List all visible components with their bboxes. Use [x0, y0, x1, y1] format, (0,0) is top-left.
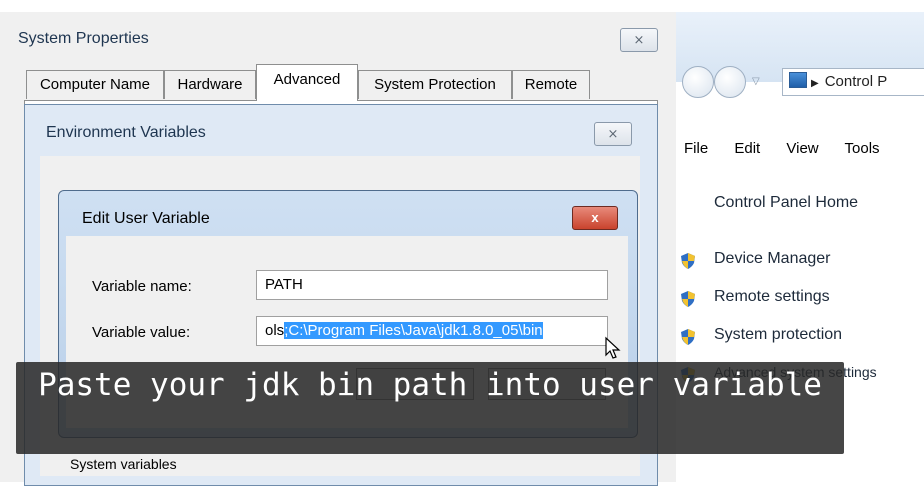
- address-bar[interactable]: ▶ Control P: [782, 68, 924, 96]
- back-button[interactable]: [682, 66, 714, 98]
- variable-value-selection: ;C:\Program Files\Java\jdk1.8.0_05\bin: [284, 322, 543, 339]
- variable-name-input[interactable]: PATH: [256, 270, 608, 300]
- edit-user-variable-title: Edit User Variable: [82, 210, 210, 227]
- system-properties-close-button[interactable]: ⨯: [620, 28, 658, 52]
- menu-tools[interactable]: Tools: [845, 140, 880, 157]
- variable-value-input[interactable]: ols;C:\Program Files\Java\jdk1.8.0_05\bi…: [256, 316, 608, 346]
- breadcrumb-arrow-icon: ▶: [811, 78, 819, 89]
- subtitle-caption: Paste your jdk bin path into user variab…: [38, 367, 822, 403]
- environment-variables-close-button[interactable]: ⨯: [594, 122, 632, 146]
- tab-remote[interactable]: Remote: [512, 70, 590, 99]
- tab-hardware[interactable]: Hardware: [164, 70, 256, 99]
- tab-system-protection[interactable]: System Protection: [358, 70, 512, 99]
- system-properties-title: System Properties: [18, 30, 149, 47]
- variable-name-value: PATH: [265, 276, 303, 293]
- close-icon: x: [591, 210, 599, 225]
- tab-advanced-label: Advanced: [273, 71, 341, 88]
- tab-advanced-active[interactable]: Advanced: [256, 64, 358, 101]
- variable-value-label: Variable value:: [92, 324, 191, 341]
- close-icon: ⨯: [607, 126, 619, 141]
- device-manager-link[interactable]: Device Manager: [714, 250, 831, 268]
- close-icon: ⨯: [633, 32, 645, 47]
- environment-variables-title: Environment Variables: [46, 124, 206, 141]
- system-protection-link[interactable]: System protection: [714, 326, 842, 344]
- shield-icon: [681, 253, 695, 269]
- remote-settings-link[interactable]: Remote settings: [714, 288, 830, 306]
- system-variables-label: System variables: [70, 456, 177, 472]
- shield-icon: [681, 291, 695, 307]
- menu-bar: File Edit View Tools: [684, 140, 902, 164]
- control-panel-icon: [789, 72, 807, 88]
- variable-value-prefix: ols: [265, 322, 285, 339]
- menu-view[interactable]: View: [786, 140, 818, 157]
- history-dropdown-icon[interactable]: ▽: [752, 76, 760, 87]
- shield-icon: [681, 329, 695, 345]
- menu-file[interactable]: File: [684, 140, 708, 157]
- variable-name-label: Variable name:: [92, 278, 192, 295]
- forward-button[interactable]: [714, 66, 746, 98]
- edit-user-variable-close-button[interactable]: x: [572, 206, 618, 230]
- tab-computer-name[interactable]: Computer Name: [26, 70, 164, 99]
- address-text: Control P: [824, 73, 888, 90]
- mouse-cursor-icon: [605, 336, 621, 359]
- control-panel-home-link[interactable]: Control Panel Home: [714, 194, 858, 212]
- menu-edit[interactable]: Edit: [734, 140, 760, 157]
